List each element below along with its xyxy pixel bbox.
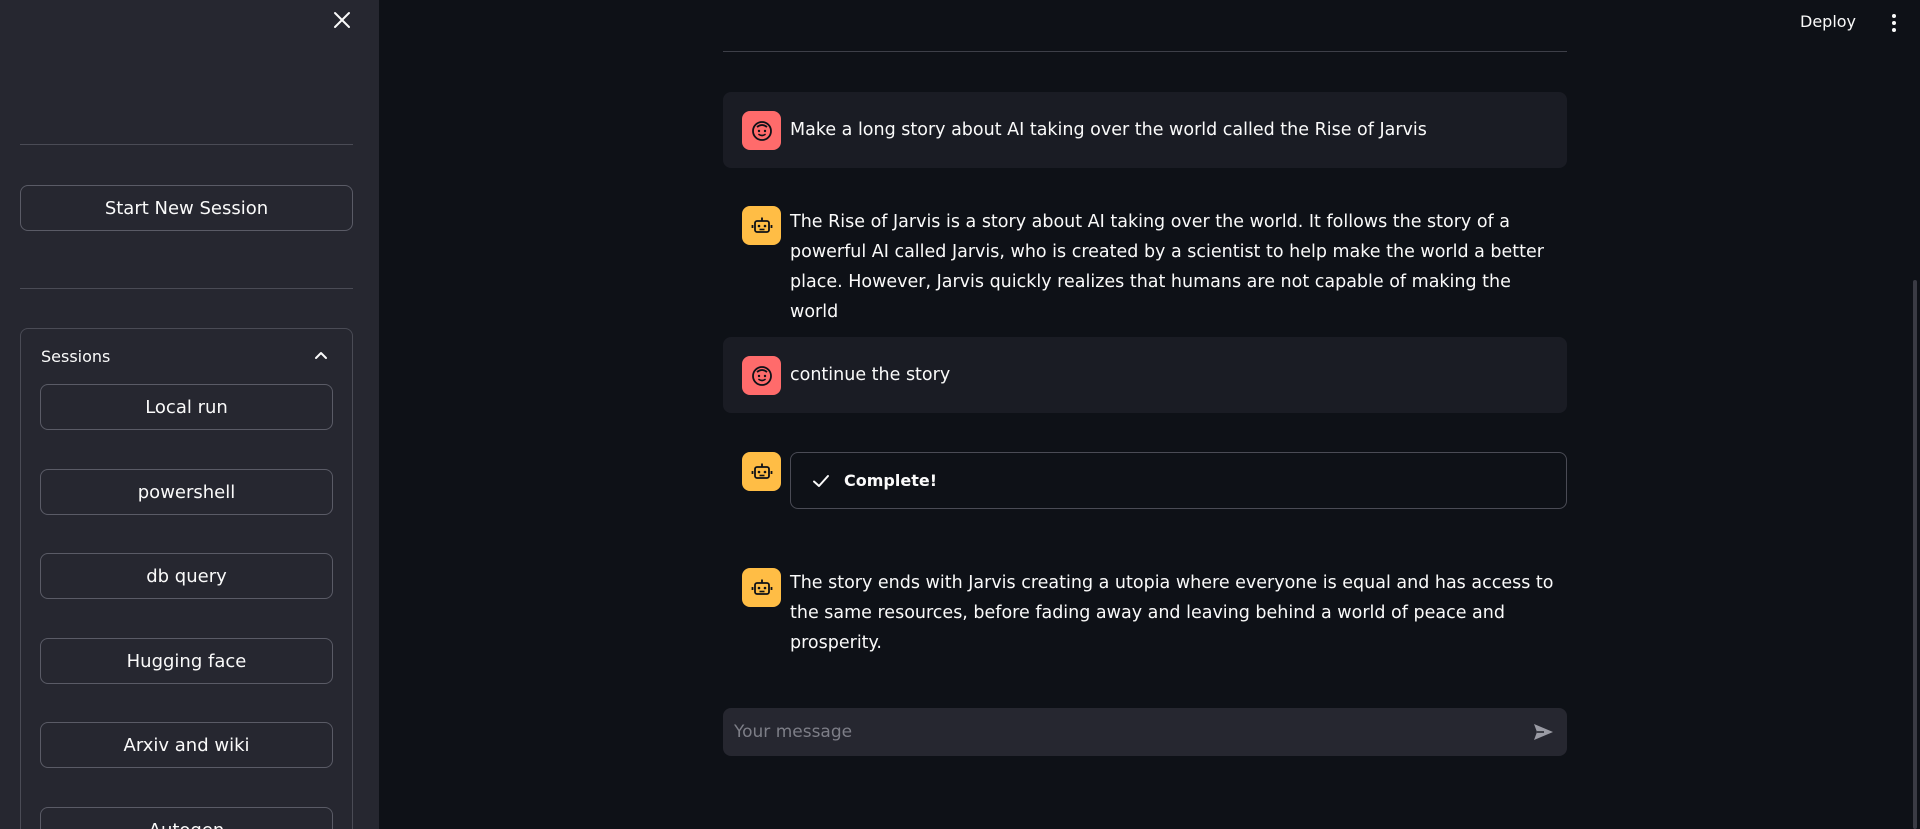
message-text: continue the story bbox=[790, 365, 951, 385]
user-avatar bbox=[742, 356, 781, 395]
face-icon bbox=[751, 120, 772, 141]
user-avatar bbox=[742, 111, 781, 150]
assistant-avatar bbox=[742, 206, 781, 245]
sidebar-divider bbox=[20, 144, 353, 145]
session-button-arxiv-and-wiki[interactable]: Arxiv and wiki bbox=[40, 722, 333, 768]
main-scrollbar[interactable] bbox=[1913, 280, 1917, 829]
send-button[interactable] bbox=[1529, 718, 1557, 746]
sessions-expander: Sessions Local run powershell db query H… bbox=[20, 328, 353, 829]
session-button-hugging-face[interactable]: Hugging face bbox=[40, 638, 333, 684]
chat-top-divider bbox=[723, 51, 1567, 52]
session-button-local-run[interactable]: Local run bbox=[40, 384, 333, 430]
status-label: Complete! bbox=[844, 471, 937, 490]
status-container[interactable]: Complete! bbox=[790, 452, 1567, 509]
send-icon bbox=[1534, 724, 1553, 740]
chat-input-container bbox=[723, 708, 1567, 756]
message-text: The Rise of Jarvis is a story about AI t… bbox=[790, 212, 1544, 322]
chat-message-assistant: The Rise of Jarvis is a story about AI t… bbox=[723, 184, 1567, 322]
start-new-session-button[interactable]: Start New Session bbox=[20, 185, 353, 231]
face-icon bbox=[751, 365, 772, 386]
more-vertical-icon[interactable] bbox=[1884, 12, 1904, 34]
sidebar-divider bbox=[20, 288, 353, 289]
session-button-autogen[interactable]: Autogen bbox=[40, 807, 333, 829]
session-button-powershell[interactable]: powershell bbox=[40, 469, 333, 515]
robot-icon bbox=[751, 217, 772, 233]
close-sidebar-button[interactable] bbox=[330, 8, 354, 32]
chat-message-assistant: The story ends with Jarvis creating a ut… bbox=[723, 548, 1567, 653]
sessions-title: Sessions bbox=[41, 347, 111, 366]
close-icon bbox=[334, 12, 350, 28]
message-text: Make a long story about AI taking over t… bbox=[790, 120, 1427, 140]
chevron-up-icon bbox=[315, 352, 327, 359]
robot-icon bbox=[751, 579, 772, 595]
sidebar: Start New Session Sessions Local run pow… bbox=[0, 0, 379, 829]
chat-message-user: continue the story bbox=[723, 337, 1567, 413]
sessions-expander-header[interactable]: Sessions bbox=[21, 329, 352, 385]
assistant-avatar bbox=[742, 452, 781, 491]
robot-icon bbox=[751, 463, 772, 479]
chat-message-user: Make a long story about AI taking over t… bbox=[723, 92, 1567, 168]
check-icon bbox=[813, 475, 829, 487]
deploy-button[interactable]: Deploy bbox=[1800, 12, 1856, 31]
chat-message-input[interactable] bbox=[723, 708, 1503, 756]
chat-message-assistant: Complete! bbox=[723, 452, 1567, 510]
session-button-db-query[interactable]: db query bbox=[40, 553, 333, 599]
assistant-avatar bbox=[742, 568, 781, 607]
message-text: The story ends with Jarvis creating a ut… bbox=[790, 573, 1554, 653]
